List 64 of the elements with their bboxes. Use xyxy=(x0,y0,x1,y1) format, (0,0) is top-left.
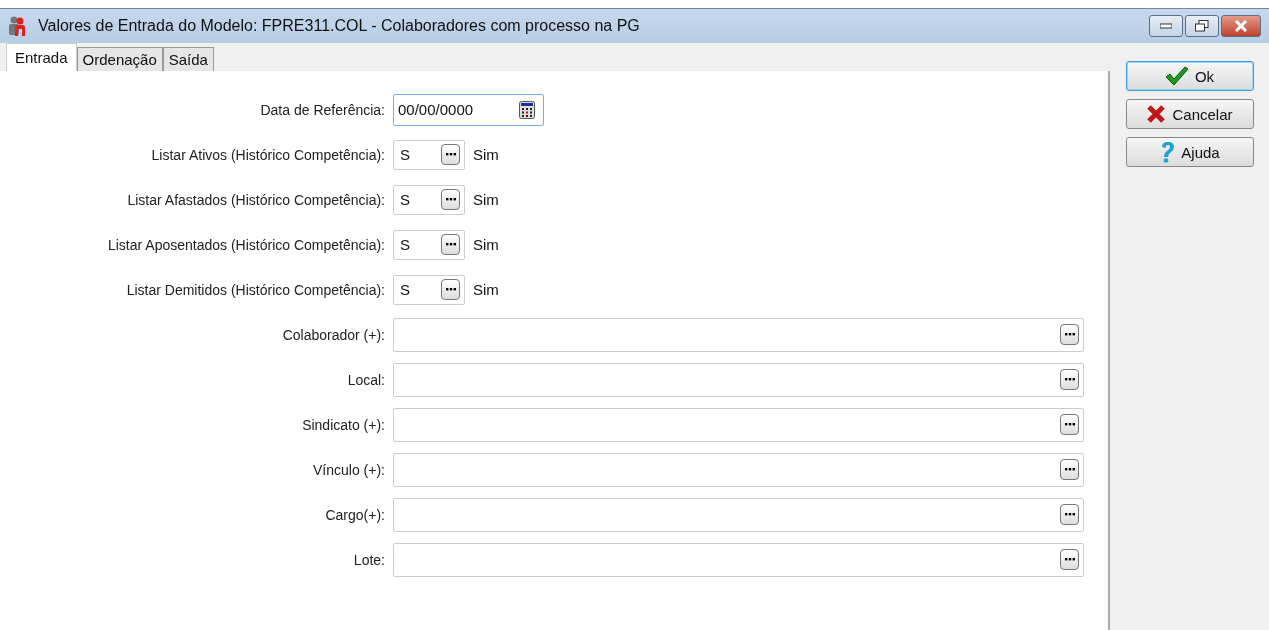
ellipsis-button[interactable] xyxy=(441,234,460,255)
close-icon xyxy=(1234,20,1248,32)
restore-button[interactable] xyxy=(1185,15,1219,37)
input-field[interactable] xyxy=(393,317,1084,352)
ellipsis-icon xyxy=(1064,333,1075,336)
value-description: Sim xyxy=(473,191,499,208)
ellipsis-icon xyxy=(445,153,456,156)
input-field[interactable]: S xyxy=(393,184,465,215)
field-label: Data de Referência: xyxy=(259,101,386,118)
field-label: Lote: xyxy=(352,551,386,568)
ellipsis-button[interactable] xyxy=(1060,414,1079,435)
field-label: Local: xyxy=(346,371,386,388)
field-label: Sindicato (+): xyxy=(301,416,386,433)
ellipsis-button[interactable] xyxy=(441,144,460,165)
input-field[interactable] xyxy=(393,362,1084,397)
ellipsis-icon xyxy=(1064,378,1075,381)
ellipsis-button[interactable] xyxy=(441,189,460,210)
ellipsis-button[interactable] xyxy=(1060,549,1079,570)
value-description: Sim xyxy=(473,236,499,253)
input-field[interactable] xyxy=(393,452,1084,487)
ellipsis-icon xyxy=(1064,558,1075,561)
window-title: Valores de Entrada do Modelo: FPRE311.COL - Colaboradores com processo na PG xyxy=(38,17,641,35)
ellipsis-icon xyxy=(1064,423,1075,426)
date-field[interactable]: 00/00/0000 xyxy=(393,93,544,126)
field-label: Cargo(+): xyxy=(324,506,386,523)
checkmark-icon xyxy=(1164,66,1189,86)
value-description: Sim xyxy=(473,146,499,163)
input-field[interactable]: S xyxy=(393,229,465,260)
ellipsis-button[interactable] xyxy=(1060,459,1079,480)
close-button[interactable] xyxy=(1221,15,1261,37)
ellipsis-icon xyxy=(445,288,456,291)
question-mark-icon xyxy=(1159,141,1176,163)
input-field[interactable] xyxy=(393,542,1084,577)
input-field[interactable] xyxy=(393,407,1084,442)
tab[interactable]: Saída xyxy=(162,47,214,71)
action-button[interactable]: Ajuda xyxy=(1125,137,1254,167)
cross-icon xyxy=(1146,104,1167,124)
ellipsis-icon xyxy=(445,198,456,201)
calendar-icon xyxy=(519,100,535,119)
ellipsis-button[interactable] xyxy=(1060,504,1079,525)
input-field[interactable]: S xyxy=(393,274,465,305)
field-label: Vínculo (+): xyxy=(312,461,386,478)
ellipsis-icon xyxy=(1064,468,1075,471)
input-field[interactable]: S xyxy=(393,139,465,170)
ellipsis-icon xyxy=(445,243,456,246)
tab[interactable]: Entrada xyxy=(6,43,77,71)
value-description: Sim xyxy=(473,281,499,298)
field-label: Listar Demitidos (Histórico Competência): xyxy=(125,281,386,298)
ellipsis-button[interactable] xyxy=(441,279,460,300)
field-label: Listar Afastados (Histórico Competência): xyxy=(126,191,386,208)
ellipsis-button[interactable] xyxy=(1060,369,1079,390)
restore-icon xyxy=(1195,20,1209,32)
input-field[interactable] xyxy=(393,497,1084,532)
person-icon xyxy=(8,15,28,37)
action-button[interactable]: Cancelar xyxy=(1125,99,1254,129)
field-label: Colaborador (+): xyxy=(281,326,386,343)
action-button[interactable]: Ok xyxy=(1125,61,1254,91)
field-label: Listar Ativos (Histórico Competência): xyxy=(150,146,386,163)
minimize-icon xyxy=(1160,23,1172,29)
ellipsis-button[interactable] xyxy=(1060,324,1079,345)
minimize-button[interactable] xyxy=(1149,15,1183,37)
field-label: Listar Aposentados (Histórico Competência): xyxy=(106,236,386,253)
ellipsis-icon xyxy=(1064,513,1075,516)
tab[interactable]: Ordenação xyxy=(76,47,163,71)
